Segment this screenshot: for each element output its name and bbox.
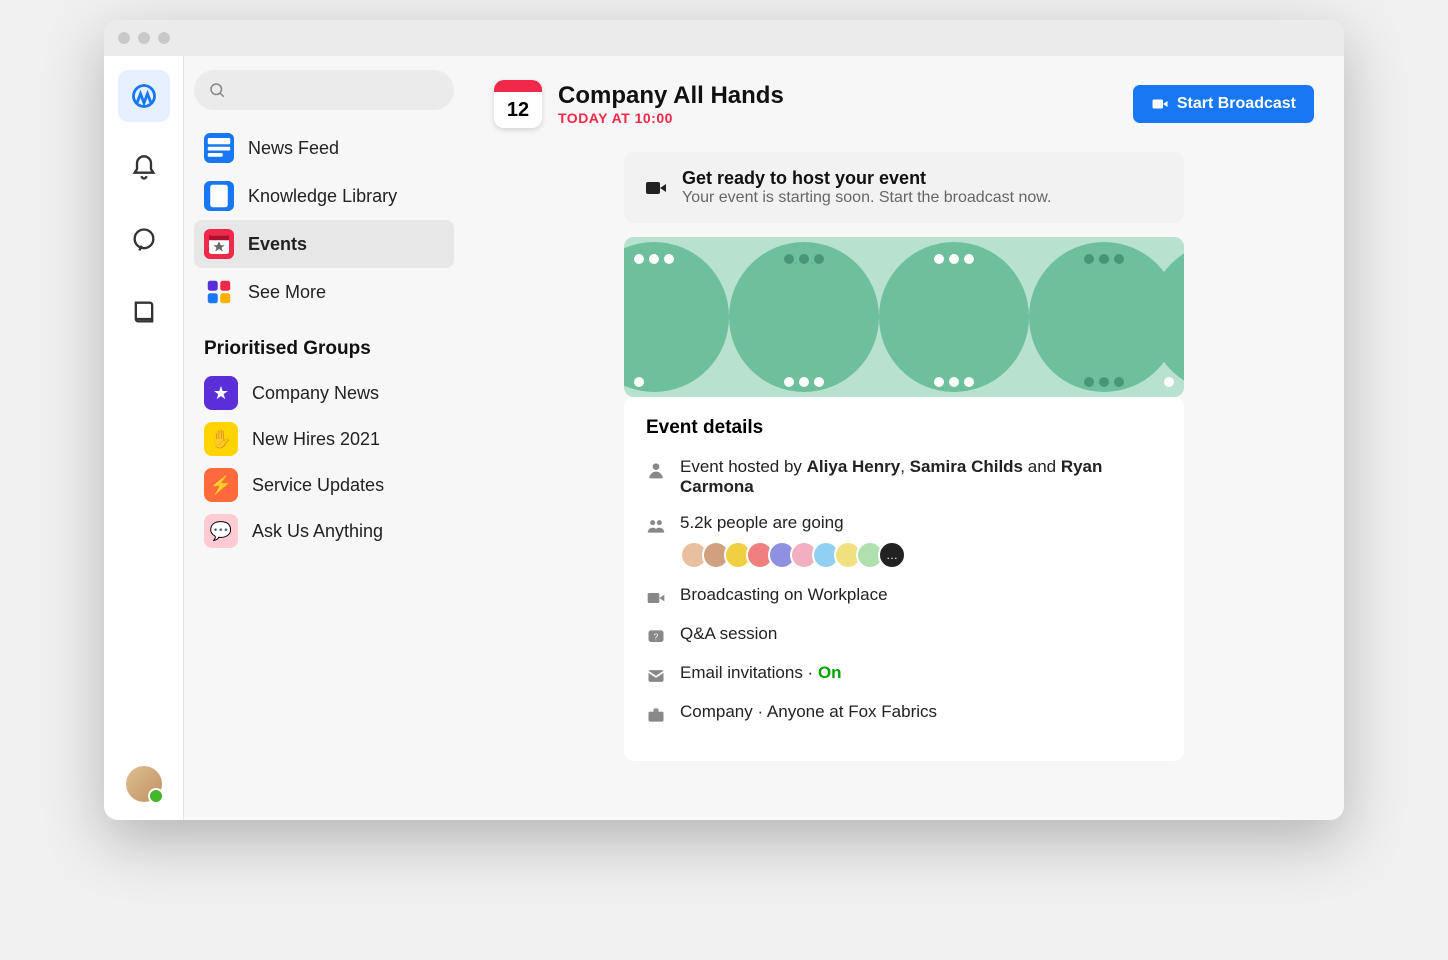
calendar-day: 12 xyxy=(507,92,529,128)
video-icon xyxy=(644,176,668,200)
nav-item-news-feed[interactable]: News Feed xyxy=(194,124,454,172)
search-icon xyxy=(208,81,226,99)
start-broadcast-label: Start Broadcast xyxy=(1177,95,1296,113)
briefcase-icon xyxy=(646,705,666,725)
going-count: 5.2k people are going xyxy=(680,513,906,533)
window-max-dot[interactable] xyxy=(158,32,170,44)
people-icon xyxy=(646,516,666,536)
banner-title: Get ready to host your event xyxy=(682,168,1051,189)
going-row: 5.2k people are going … xyxy=(646,513,1162,569)
email-row: Email invitations · On xyxy=(646,663,1162,686)
group-item-new-hires-2021[interactable]: ✋New Hires 2021 xyxy=(194,416,454,462)
rail-workplace-icon[interactable] xyxy=(118,70,170,122)
nav-item-events[interactable]: Events xyxy=(194,220,454,268)
sidebar: News FeedKnowledge LibraryEventsSee More… xyxy=(184,56,464,820)
nav-item-see-more[interactable]: See More xyxy=(194,268,454,316)
svg-text:?: ? xyxy=(654,632,659,642)
window-titlebar xyxy=(104,20,1344,56)
event-details-card: Event details Event hosted by Aliya Henr… xyxy=(624,397,1184,761)
event-title: Company All Hands xyxy=(558,82,784,110)
sidebar-section-title: Prioritised Groups xyxy=(204,338,444,360)
rail-chat-icon[interactable] xyxy=(118,214,170,266)
qa-row: ? Q&A session xyxy=(646,624,1162,647)
event-details-heading: Event details xyxy=(646,417,1162,439)
nav-rail xyxy=(104,56,184,820)
group-item-company-news[interactable]: ★Company News xyxy=(194,370,454,416)
user-avatar[interactable] xyxy=(126,766,162,802)
event-header: 12 Company All Hands TODAY AT 10:00 Star… xyxy=(464,56,1344,152)
broadcast-row: Broadcasting on Workplace xyxy=(646,585,1162,608)
content: 12 Company All Hands TODAY AT 10:00 Star… xyxy=(464,56,1344,820)
person-icon xyxy=(646,460,666,480)
rail-book-icon[interactable] xyxy=(118,286,170,338)
search-input[interactable] xyxy=(194,70,454,110)
video-icon xyxy=(1151,95,1169,113)
more-attendees-icon[interactable]: … xyxy=(878,541,906,569)
window-min-dot[interactable] xyxy=(138,32,150,44)
host-row: Event hosted by Aliya Henry, Samira Chil… xyxy=(646,457,1162,497)
rail-notifications-icon[interactable] xyxy=(118,142,170,194)
calendar-date-icon: 12 xyxy=(494,80,542,128)
nav-item-knowledge-library[interactable]: Knowledge Library xyxy=(194,172,454,220)
group-item-ask-us-anything[interactable]: 💬Ask Us Anything xyxy=(194,508,454,554)
window-close-dot[interactable] xyxy=(118,32,130,44)
qa-icon: ? xyxy=(646,627,666,647)
event-time: TODAY AT 10:00 xyxy=(558,110,784,126)
attendee-avatars[interactable]: … xyxy=(680,541,906,569)
event-cover-image xyxy=(624,237,1184,397)
video-icon xyxy=(646,588,666,608)
company-row: Company · Anyone at Fox Fabrics xyxy=(646,702,1162,725)
mail-icon xyxy=(646,666,666,686)
group-item-service-updates[interactable]: ⚡Service Updates xyxy=(194,462,454,508)
banner-subtitle: Your event is starting soon. Start the b… xyxy=(682,189,1051,207)
start-broadcast-button[interactable]: Start Broadcast xyxy=(1133,85,1314,123)
host-banner: Get ready to host your event Your event … xyxy=(624,152,1184,223)
